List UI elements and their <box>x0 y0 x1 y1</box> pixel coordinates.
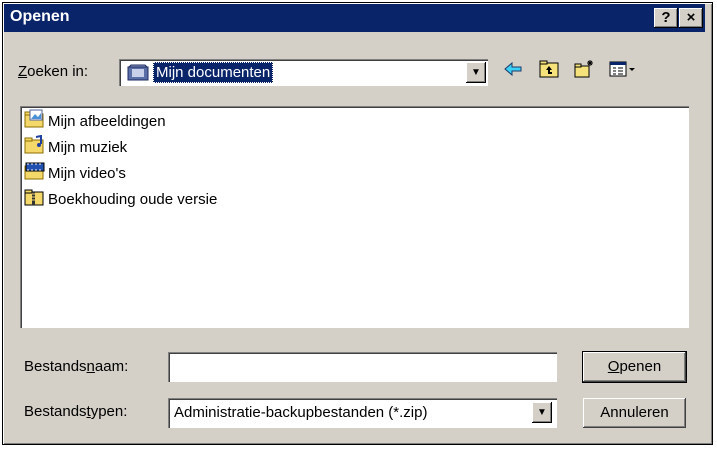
file-name: Boekhouding oude versie <box>48 190 218 208</box>
filetype-label: Bestandstypen: <box>24 403 128 420</box>
dialog-title: Openen <box>10 8 70 25</box>
filetype-dropdown[interactable]: Administratie-backupbestanden (*.zip) ▼ <box>168 398 557 428</box>
pictures-folder-icon <box>24 109 48 133</box>
file-name: Mijn muziek <box>48 138 128 156</box>
lookin-value: Mijn documenten <box>153 62 274 83</box>
lookin-dropdown[interactable]: Mijn documenten ▼ <box>119 59 488 86</box>
new-folder-icon[interactable] <box>573 58 595 80</box>
documents-folder-icon <box>127 63 149 85</box>
filename-label: Bestandsnaam: <box>24 358 129 375</box>
cancel-button[interactable]: Annuleren <box>583 398 686 428</box>
music-folder-icon <box>24 134 48 159</box>
back-icon[interactable] <box>502 58 524 80</box>
view-menu-icon[interactable] <box>608 58 638 80</box>
file-name: Mijn afbeeldingen <box>48 112 166 130</box>
up-folder-icon[interactable] <box>538 58 560 80</box>
video-folder-icon <box>24 161 48 185</box>
file-name: Mijn video's <box>48 164 126 182</box>
title-bar[interactable]: Openen ? × <box>4 4 705 32</box>
filename-field[interactable] <box>168 352 557 382</box>
list-item[interactable]: Mijn afbeeldingen <box>24 109 166 133</box>
lookin-dropdown-arrow[interactable]: ▼ <box>466 62 486 83</box>
list-item[interactable]: Boekhouding oude versie <box>24 188 217 210</box>
open-button[interactable]: Openen <box>582 351 687 383</box>
list-item[interactable]: Mijn video's <box>24 162 126 184</box>
help-button[interactable]: ? <box>654 8 678 28</box>
file-list[interactable]: Mijn afbeeldingen Mijn muziek Mijn video… <box>20 106 689 328</box>
lookin-label: Zoeken in: <box>18 63 89 80</box>
filetype-value: Administratie-backupbestanden (*.zip) <box>174 404 428 421</box>
zip-folder-icon <box>24 187 48 211</box>
filetype-dropdown-arrow[interactable]: ▼ <box>532 402 552 423</box>
close-button[interactable]: × <box>679 8 703 28</box>
list-item[interactable]: Mijn muziek <box>24 134 128 159</box>
